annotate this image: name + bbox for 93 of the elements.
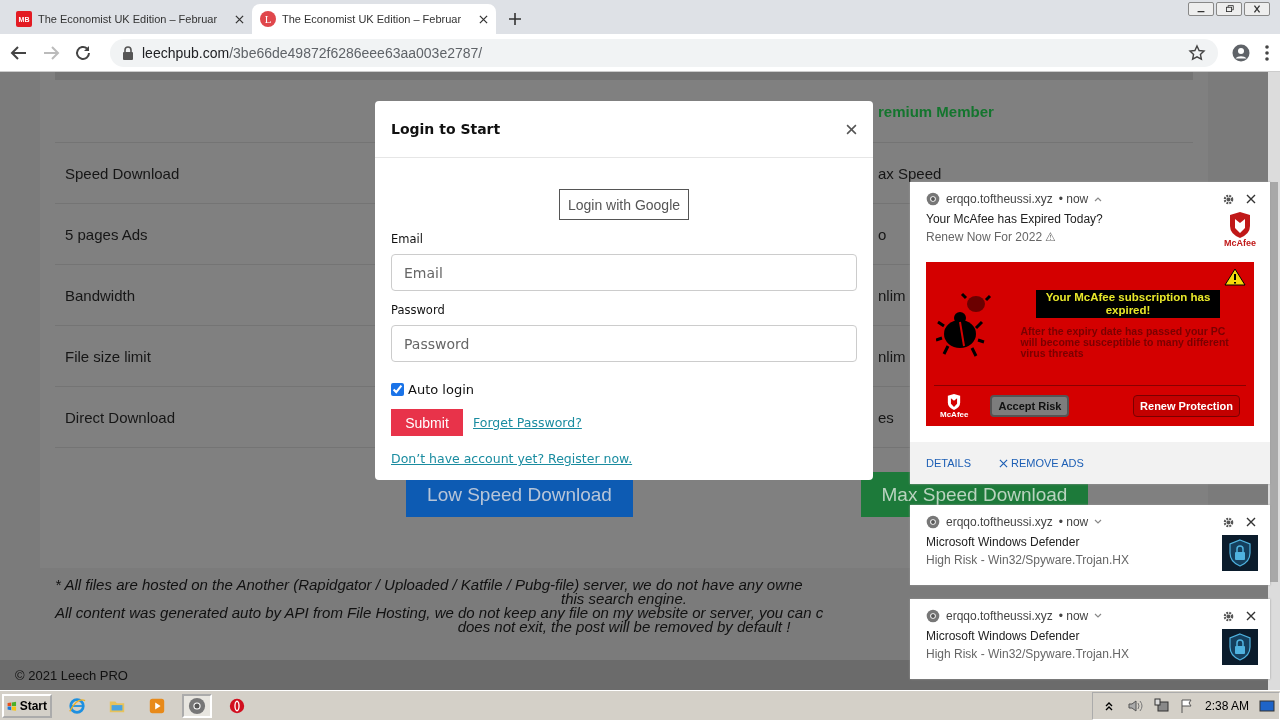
logo-text: McAfee bbox=[1224, 238, 1256, 248]
account-icon[interactable] bbox=[1232, 43, 1250, 62]
checkbox-label: Auto login bbox=[408, 382, 474, 397]
banner-text: After the expiry date has passed your PC will become susceptible to many different virus threats bbox=[1020, 326, 1230, 359]
close-icon[interactable] bbox=[1246, 610, 1256, 621]
register-link[interactable]: Don’t have account yet? Register now. bbox=[391, 451, 633, 466]
google-login-button[interactable]: Login with Google bbox=[558, 189, 690, 220]
lock-icon bbox=[122, 45, 134, 60]
disclaimer-text: * All files are hosted on the Another (Rapidgator / Uploaded / Katfile / Pubg-file) server, we do not have any owne bbox=[55, 578, 803, 592]
logo-text: McAfee bbox=[940, 409, 969, 419]
close-icon bbox=[999, 458, 1009, 468]
settings-icon[interactable] bbox=[1223, 516, 1234, 528]
chevron-down-icon[interactable] bbox=[1094, 519, 1103, 525]
close-icon[interactable] bbox=[1244, 2, 1270, 16]
details-button[interactable]: DETAILS bbox=[926, 457, 978, 469]
back-icon[interactable] bbox=[10, 43, 28, 62]
notification-card[interactable]: erqqo.toftheussi.xyz • now Microsoft Windows Defender High Risk - Win32/Spyware.Trojan.HX bbox=[910, 599, 1270, 679]
url-text: leechpub.com/3be66de49872f6286eee63aa003e2787/ bbox=[142, 44, 483, 61]
chrome-icon bbox=[926, 515, 940, 529]
notification-card[interactable]: erqqo.toftheussi.xyz • now Microsoft Windows Defender High Risk - Win32/Spyware.Trojan.HX bbox=[910, 505, 1270, 585]
table-cell: es bbox=[878, 408, 894, 426]
chrome-icon bbox=[926, 609, 940, 623]
restore-icon[interactable] bbox=[1216, 2, 1242, 16]
desktop-icon[interactable] bbox=[1259, 697, 1275, 714]
close-icon[interactable] bbox=[1246, 193, 1256, 204]
shield-lock-icon bbox=[1222, 535, 1258, 571]
disclaimer-text: does not exit, the post will be removed by default ! bbox=[457, 620, 791, 634]
renew-button[interactable]: Renew Protection bbox=[1133, 395, 1240, 417]
dialog-title: Login to Start bbox=[391, 121, 501, 137]
close-icon[interactable] bbox=[1246, 516, 1256, 527]
feature-cell: File size limit bbox=[65, 347, 151, 365]
shield-icon bbox=[1228, 212, 1252, 238]
shield-lock-icon bbox=[1222, 629, 1258, 665]
notification-title: Microsoft Windows Defender bbox=[926, 535, 1081, 549]
chrome-icon bbox=[188, 696, 206, 715]
table-cell: nlim bbox=[878, 347, 906, 365]
remove-ads-button[interactable]: REMOVE ADS bbox=[999, 457, 1090, 469]
notification-title: Your McAfee has Expired Today? bbox=[926, 212, 1104, 226]
chevron-down-icon[interactable] bbox=[1094, 613, 1103, 619]
star-icon[interactable] bbox=[1188, 43, 1206, 62]
email-field[interactable]: Email bbox=[391, 254, 857, 291]
chrome-icon bbox=[926, 192, 940, 206]
table-cell: nlim bbox=[878, 286, 906, 304]
notification-time: • now bbox=[1058, 609, 1089, 623]
table-cell: ax Speed bbox=[878, 164, 942, 182]
password-field[interactable]: Password bbox=[391, 325, 857, 362]
submit-button[interactable]: Submit bbox=[391, 409, 463, 436]
notification-body: High Risk - Win32/Spyware.Trojan.HX bbox=[926, 553, 1130, 567]
notification-time: • now bbox=[1058, 192, 1089, 206]
notification-card[interactable] bbox=[910, 182, 1270, 484]
start-button[interactable]: Start bbox=[2, 693, 52, 718]
notification-body: High Risk - Win32/Spyware.Trojan.HX bbox=[926, 647, 1130, 661]
accept-button[interactable]: Accept Risk bbox=[990, 395, 1070, 417]
notification-title: Microsoft Windows Defender bbox=[926, 629, 1081, 643]
network-icon[interactable] bbox=[1152, 697, 1169, 714]
close-icon[interactable] bbox=[235, 14, 244, 24]
field-label: Password bbox=[391, 303, 446, 317]
feature-cell: Speed Download bbox=[65, 164, 180, 182]
close-icon[interactable] bbox=[479, 14, 488, 24]
flag-icon[interactable] bbox=[1178, 697, 1195, 714]
clock-text: 2:38 AM bbox=[1204, 698, 1249, 713]
opera-icon[interactable] bbox=[228, 696, 246, 715]
warning-icon bbox=[1224, 268, 1246, 286]
settings-icon[interactable] bbox=[1223, 610, 1234, 622]
notification-body: Renew Now For 2022 ⚠ bbox=[926, 230, 1058, 244]
browser-tab[interactable]: L The Economist UK Edition – Februar bbox=[252, 4, 496, 34]
favicon: L bbox=[260, 11, 276, 27]
feature-cell: Direct Download bbox=[65, 408, 176, 426]
disclaimer-text: this search engine. bbox=[561, 592, 687, 606]
checkbox[interactable] bbox=[391, 383, 404, 396]
minimize-icon[interactable] bbox=[1188, 2, 1214, 16]
address-bar[interactable]: leechpub.com/3be66de49872f6286eee63aa003e2787/ bbox=[110, 38, 1218, 67]
reload-icon[interactable] bbox=[74, 43, 92, 62]
disclaimer-text: All content was generated auto by API from File Hosting, we do not keep any file on my website or server, you can c bbox=[55, 606, 824, 620]
table-cell: o bbox=[878, 225, 887, 243]
feature-cell: Bandwidth bbox=[65, 286, 136, 304]
field-label: Email bbox=[391, 232, 424, 246]
copyright-text: © 2021 Leech PRO bbox=[15, 667, 128, 683]
settings-icon[interactable] bbox=[1223, 193, 1234, 205]
feature-cell: 5 pages Ads bbox=[65, 225, 148, 243]
notification-source: erqqo.toftheussi.xyz bbox=[946, 515, 1053, 529]
notification-source: erqqo.toftheussi.xyz bbox=[946, 192, 1053, 206]
media-player-icon[interactable] bbox=[148, 696, 166, 715]
speaker-icon[interactable] bbox=[1126, 697, 1143, 714]
forgot-password-link[interactable]: Forget Password? bbox=[473, 415, 582, 430]
column-header: remium Member bbox=[878, 102, 994, 120]
banner-headline: Your McAfee subscription has expired! bbox=[1036, 290, 1220, 318]
notification-source: erqqo.toftheussi.xyz bbox=[946, 609, 1053, 623]
new-tab-icon[interactable] bbox=[508, 12, 522, 26]
notification-time: • now bbox=[1058, 515, 1089, 529]
menu-icon[interactable] bbox=[1264, 43, 1270, 62]
close-icon[interactable] bbox=[846, 123, 857, 135]
shield-icon bbox=[946, 393, 963, 410]
